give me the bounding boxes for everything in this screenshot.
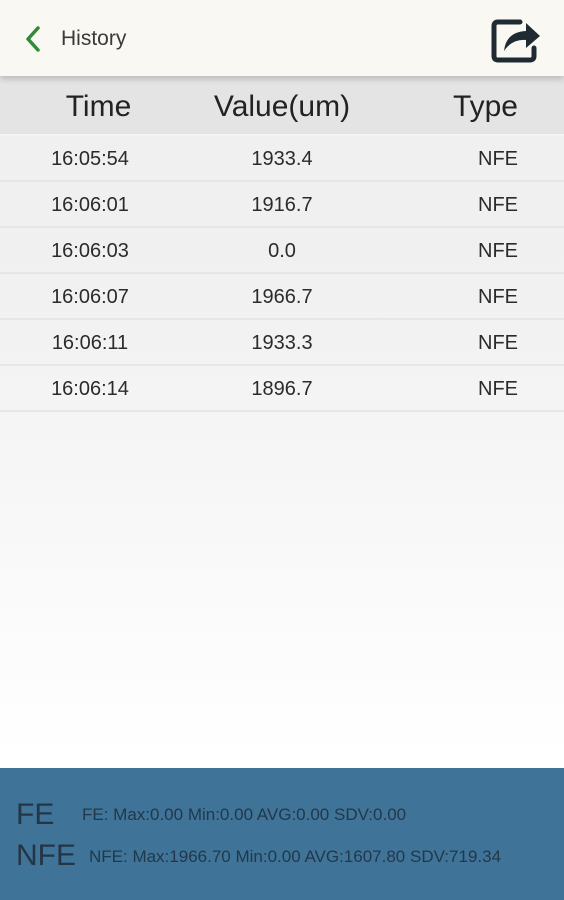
table-row[interactable]: 16:06:01 1916.7 NFE bbox=[0, 182, 564, 228]
table-row[interactable]: 16:06:03 0.0 NFE bbox=[0, 228, 564, 274]
history-screen: History Time Value(um) Type 16:05:54 193… bbox=[0, 0, 564, 900]
cell-type: NFE bbox=[478, 378, 518, 400]
nfe-label: NFE bbox=[16, 839, 76, 872]
cell-value: 1896.7 bbox=[251, 378, 313, 400]
cell-time: 16:06:01 bbox=[51, 194, 129, 216]
cell-value: 1933.4 bbox=[251, 148, 313, 170]
cell-time: 16:06:03 bbox=[51, 240, 129, 262]
column-header-value: Value(um) bbox=[213, 90, 351, 123]
column-header-type: Type bbox=[452, 90, 518, 123]
share-icon bbox=[491, 19, 540, 63]
table-row[interactable]: 16:05:54 1933.4 NFE bbox=[0, 136, 564, 182]
cell-time: 16:05:54 bbox=[51, 148, 129, 170]
cell-time: 16:06:11 bbox=[51, 332, 129, 354]
column-header-time: Time bbox=[65, 90, 132, 123]
table-row[interactable]: 16:06:14 1896.7 NFE bbox=[0, 366, 564, 412]
fe-label: FE bbox=[16, 798, 55, 831]
fe-summary: FE: Max:0.00 Min:0.00 AVG:0.00 SDV:0.00 bbox=[82, 805, 407, 824]
cell-value: 1966.7 bbox=[251, 286, 313, 308]
nfe-summary: NFE: Max:1966.70 Min:0.00 AVG:1607.80 SD… bbox=[89, 847, 502, 866]
table-row[interactable]: 16:06:11 1933.3 NFE bbox=[0, 320, 564, 366]
cell-value: 1933.3 bbox=[251, 332, 313, 354]
cell-value: 0.0 bbox=[268, 240, 296, 262]
history-table: Time Value(um) Type 16:05:54 1933.4 NFE … bbox=[0, 76, 564, 412]
table-row[interactable]: 16:06:07 1966.7 NFE bbox=[0, 274, 564, 320]
page-title: History bbox=[61, 27, 127, 50]
cell-value: 1916.7 bbox=[251, 194, 313, 216]
cell-type: NFE bbox=[478, 332, 518, 354]
cell-type: NFE bbox=[478, 286, 518, 308]
cell-type: NFE bbox=[478, 240, 518, 262]
cell-type: NFE bbox=[478, 148, 518, 170]
cell-time: 16:06:07 bbox=[51, 286, 129, 308]
cell-time: 16:06:14 bbox=[51, 378, 129, 400]
back-button[interactable] bbox=[18, 22, 48, 56]
chevron-left-icon bbox=[26, 26, 40, 52]
app-bar: History bbox=[0, 0, 564, 76]
table-header: Time Value(um) Type bbox=[0, 76, 564, 136]
statistics-panel: FE FE: Max:0.00 Min:0.00 AVG:0.00 SDV:0.… bbox=[0, 768, 564, 900]
share-button[interactable] bbox=[488, 12, 544, 66]
cell-type: NFE bbox=[478, 194, 518, 216]
